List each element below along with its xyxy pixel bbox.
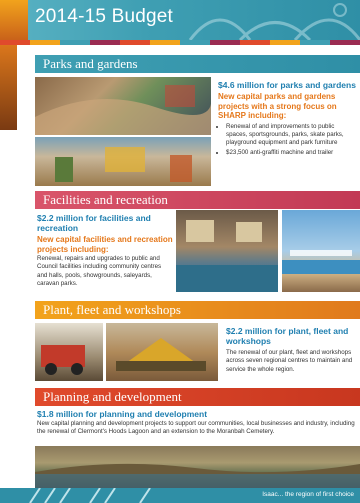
photo-pool	[282, 210, 360, 292]
photo-lagoon	[35, 446, 360, 488]
section-title: Planning and development	[43, 389, 182, 404]
section-title: Parks and gardens	[43, 56, 138, 71]
parks-bullet: Renewal of and improvements to public sp…	[226, 123, 356, 148]
page-footer: Isaac... the region of first choice	[0, 488, 360, 503]
photo-playground	[35, 137, 211, 186]
section-bar-facilities: Facilities and recreation	[35, 191, 360, 209]
planning-text: $1.8 million for planning and developmen…	[37, 409, 357, 437]
section-bar-parks: Parks and gardens	[35, 55, 360, 73]
section-title: Facilities and recreation	[43, 192, 168, 207]
header-pattern	[188, 3, 360, 40]
page-header: 2014-15 Budget	[0, 0, 360, 40]
parks-bullet: $23,500 anti-graffiti machine and traile…	[226, 149, 356, 157]
planning-headline: $1.8 million for planning and developmen…	[37, 409, 208, 419]
footer-tagline: Isaac... the region of first choice	[262, 491, 354, 498]
facilities-subhead: New capital facilities and recreation pr…	[37, 235, 173, 254]
header-corner-accent	[0, 0, 28, 40]
section-title: Plant, fleet and workshops	[43, 302, 181, 317]
parks-text: $4.6 million for parks and gardens New c…	[218, 80, 356, 160]
color-stripe	[0, 40, 360, 45]
planning-body: New capital planning and development pro…	[37, 420, 355, 436]
plant-headline: $2.2 million for plant, fleet and worksh…	[226, 326, 349, 346]
photo-machinery	[106, 323, 218, 381]
photo-facility-interior	[176, 210, 278, 292]
page-title: 2014-15 Budget	[35, 6, 174, 27]
photo-skate-park	[35, 77, 211, 135]
plant-text: $2.2 million for plant, fleet and worksh…	[226, 326, 358, 374]
footer-pattern	[29, 488, 151, 503]
plant-body: The renewal of our plant, fleet and work…	[226, 349, 353, 373]
facilities-text: $2.2 million for facilities and recreati…	[37, 213, 173, 288]
left-edge-accent	[0, 40, 17, 130]
parks-subhead: New capital parks and gardens projects w…	[218, 92, 337, 120]
section-bar-planning: Planning and development	[35, 388, 360, 406]
facilities-body: Renewal, repairs and upgrades to public …	[37, 255, 162, 287]
facilities-headline: $2.2 million for facilities and recreati…	[37, 213, 151, 233]
section-bar-plant: Plant, fleet and workshops	[35, 301, 360, 319]
photo-workshop	[35, 323, 103, 381]
parks-headline: $4.6 million for parks and gardens	[218, 80, 356, 90]
